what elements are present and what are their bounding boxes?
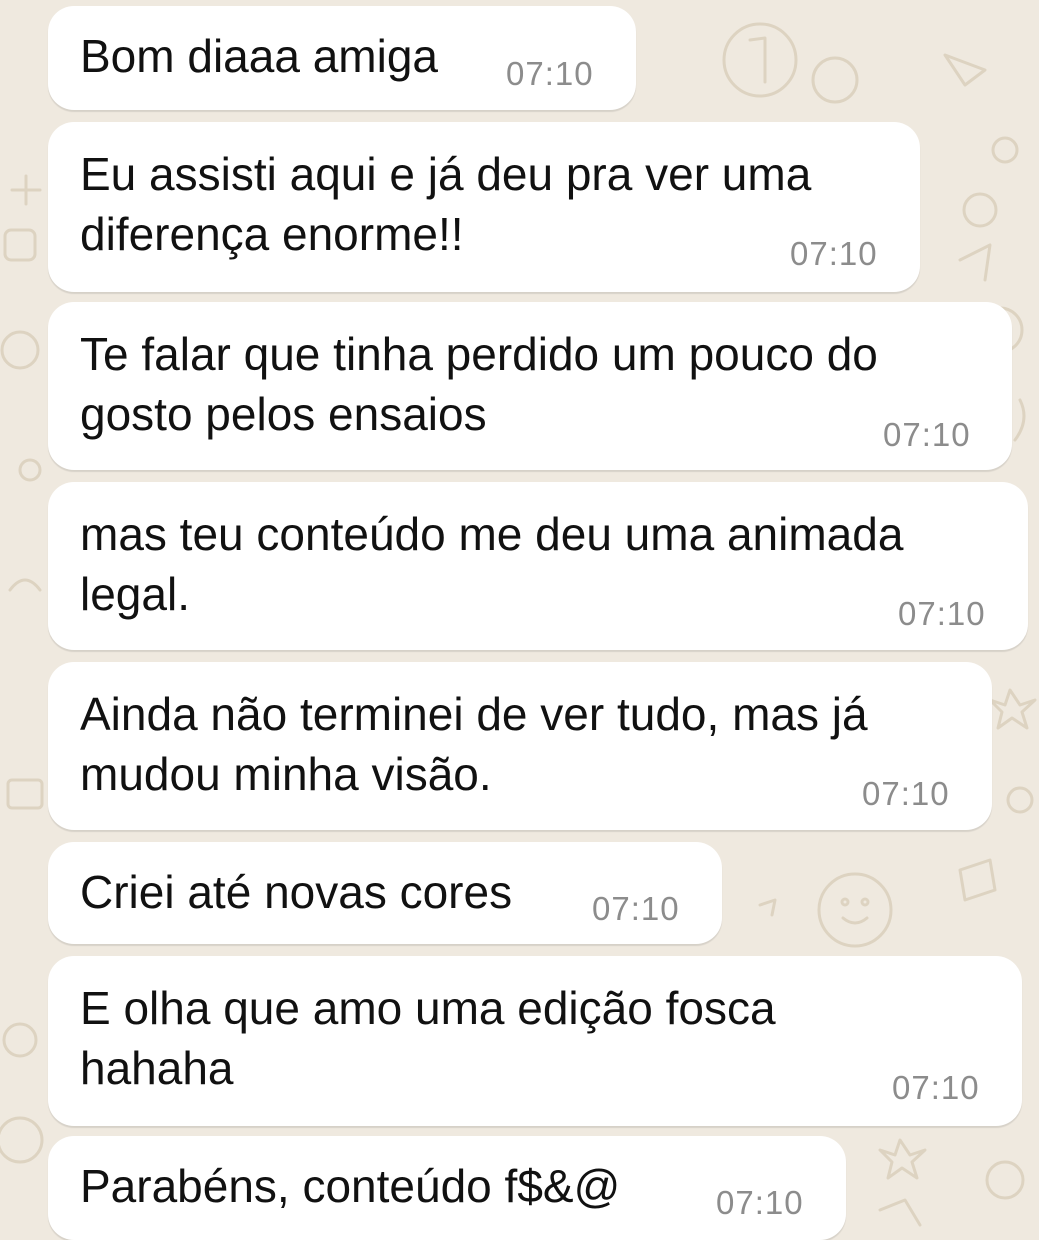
message-timestamp: 07:10 [898, 595, 986, 632]
message-text: Ainda não terminei de ver tudo, mas já m… [80, 684, 868, 804]
message-bubble[interactable]: mas teu conteúdo me deu uma animada lega… [48, 482, 1028, 650]
message-timestamp: 07:10 [892, 1069, 980, 1106]
message-bubble[interactable]: Parabéns, conteúdo f$&@ 07:10 [48, 1136, 846, 1240]
message-text-line: E olha que amo uma edição fosca [80, 982, 776, 1034]
message-timestamp: 07:10 [716, 1184, 804, 1221]
message-timestamp: 07:10 [790, 235, 878, 272]
message-text-line: Eu assisti aqui e já deu pra ver uma [80, 148, 812, 200]
message-text: mas teu conteúdo me deu uma animada lega… [80, 504, 903, 624]
message-timestamp: 07:10 [862, 775, 950, 812]
chat-message-list[interactable]: Bom diaaa amiga 07:10 Eu assisti aqui e … [0, 0, 1039, 1240]
message-text: Criei até novas cores [80, 862, 512, 922]
message-text: Parabéns, conteúdo f$&@ [80, 1156, 620, 1216]
message-text-line: legal. [80, 568, 190, 620]
message-text: Bom diaaa amiga [80, 26, 438, 86]
message-text-line: Parabéns, conteúdo f$&@ [80, 1160, 621, 1212]
message-text: E olha que amo uma edição fosca hahaha [80, 978, 776, 1098]
message-bubble[interactable]: Ainda não terminei de ver tudo, mas já m… [48, 662, 992, 830]
message-text-line: hahaha [80, 1042, 234, 1094]
message-text-line: Criei até novas cores [80, 866, 513, 918]
message-bubble[interactable]: Criei até novas cores 07:10 [48, 842, 722, 944]
message-bubble[interactable]: Bom diaaa amiga 07:10 [48, 6, 636, 110]
message-text: Eu assisti aqui e já deu pra ver uma dif… [80, 144, 811, 264]
message-text-line: mas teu conteúdo me deu uma animada [80, 508, 904, 560]
message-bubble[interactable]: E olha que amo uma edição fosca hahaha 0… [48, 956, 1022, 1126]
message-text-line: diferença enorme!! [80, 208, 464, 260]
message-bubble[interactable]: Eu assisti aqui e já deu pra ver uma dif… [48, 122, 920, 292]
message-bubble[interactable]: Te falar que tinha perdido um pouco do g… [48, 302, 1012, 470]
message-text-line: Te falar que tinha perdido um pouco do [80, 328, 878, 380]
message-text-line: Bom diaaa amiga [80, 30, 438, 82]
message-text: Te falar que tinha perdido um pouco do g… [80, 324, 878, 444]
message-timestamp: 07:10 [883, 416, 971, 453]
message-text-line: gosto pelos ensaios [80, 388, 487, 440]
message-text-line: Ainda não terminei de ver tudo, mas já [80, 688, 868, 740]
message-timestamp: 07:10 [592, 890, 680, 927]
message-timestamp: 07:10 [506, 55, 594, 92]
message-text-line: mudou minha visão. [80, 748, 492, 800]
